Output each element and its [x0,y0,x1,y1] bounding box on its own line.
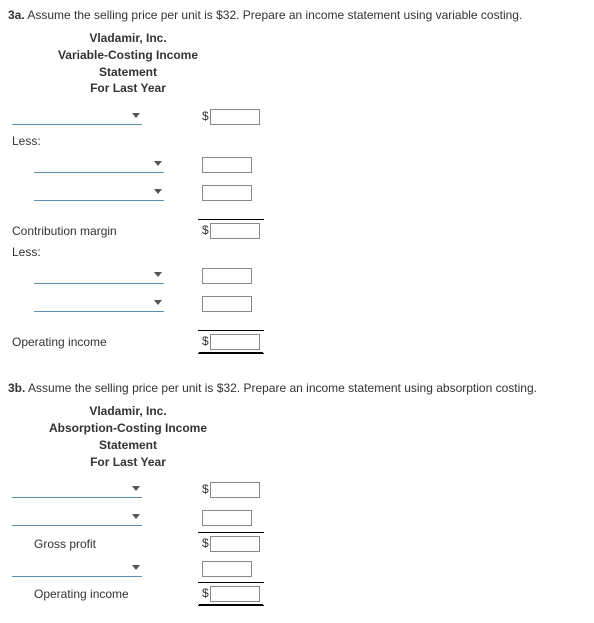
q3b-row2-select[interactable] [12,507,142,526]
q3a-less2-item1-amount[interactable] [202,268,252,284]
q3b-title-block: Vladamir, Inc. Absorption-Costing Income… [28,403,228,470]
q3b-statement-type: Absorption-Costing Income [28,420,228,437]
q3b-row4-select[interactable] [12,558,142,577]
q3b-row1-amount[interactable] [210,482,260,498]
q3a-less1-item1-amount[interactable] [202,157,252,173]
q3b-opinc-label: Operating income [8,583,198,606]
q3a-table: $ Less: Contribution margin $ Less: Oper… [8,103,264,363]
dollar-sign: $ [202,586,209,600]
q3a-less1-label: Less: [8,131,198,151]
q3a-company: Vladamir, Inc. [28,30,228,47]
dollar-sign: $ [202,536,209,550]
q3a-contrib-amount[interactable] [210,223,260,239]
q3b-number: 3b. [8,381,25,395]
q3b-gross-amount[interactable] [210,536,260,552]
q3b-prompt-text: Assume the selling price per unit is $32… [28,381,537,395]
q3b-opinc-amount[interactable] [210,586,260,602]
q3a-period: For Last Year [28,80,228,97]
q3a-title-block: Vladamir, Inc. Variable-Costing Income S… [28,30,228,97]
q3b-row1-select[interactable] [12,479,142,498]
q3b-prompt: 3b. Assume the selling price per unit is… [8,381,586,395]
q3a-row1-select[interactable] [12,106,142,125]
q3a-less2-label: Less: [8,242,198,262]
q3a-opinc-amount[interactable] [210,334,260,350]
dollar-sign: $ [202,482,209,496]
dollar-sign: $ [202,109,209,123]
q3a-opinc-label: Operating income [8,331,198,354]
q3a-statement-type: Variable-Costing Income [28,47,228,64]
q3b-statement-word: Statement [28,437,228,454]
q3b-gross-label: Gross profit [8,532,198,555]
q3a-less1-item1-select[interactable] [34,154,164,173]
q3a-number: 3a. [8,8,25,22]
q3a-less2-item2-select[interactable] [34,293,164,312]
q3a-statement-word: Statement [28,64,228,81]
q3a-less2-item1-select[interactable] [34,265,164,284]
q3a-less1-item2-select[interactable] [34,182,164,201]
q3a-prompt: 3a. Assume the selling price per unit is… [8,8,586,22]
q3a-row1-amount[interactable] [210,109,260,125]
q3b-row4-amount[interactable] [202,561,252,577]
q3b-table: $ Gross profit $ Operating income $ [8,476,264,615]
q3a-prompt-text: Assume the selling price per unit is $32… [27,8,522,22]
q3a-less2-item2-amount[interactable] [202,296,252,312]
q3b-row2-amount[interactable] [202,510,252,526]
q3a-contrib-label: Contribution margin [8,220,198,243]
q3b-company: Vladamir, Inc. [28,403,228,420]
q3b-period: For Last Year [28,454,228,471]
dollar-sign: $ [202,223,209,237]
q3a-less1-item2-amount[interactable] [202,185,252,201]
dollar-sign: $ [202,334,209,348]
